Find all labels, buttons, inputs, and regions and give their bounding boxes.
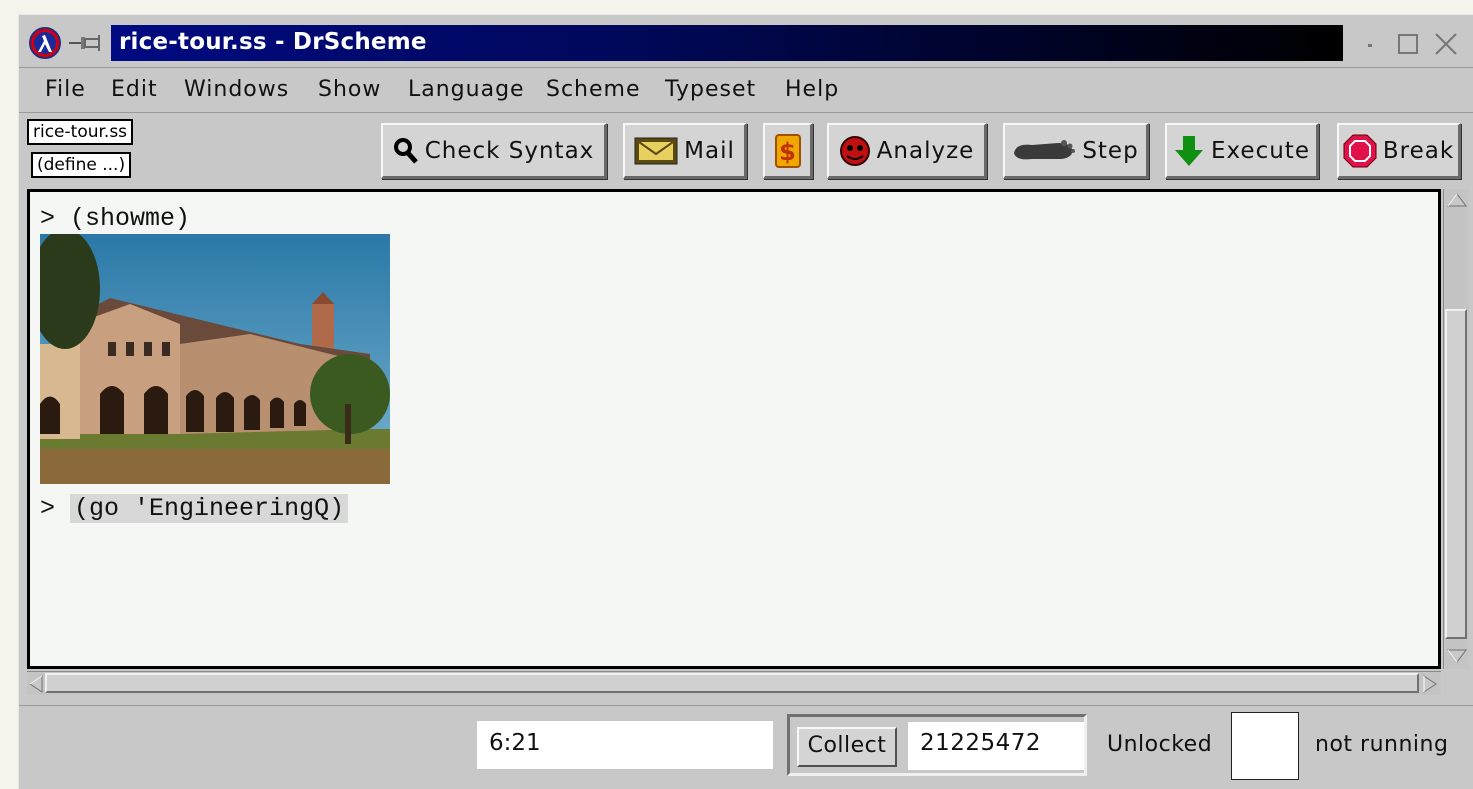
stop-sign-icon (1343, 134, 1377, 167)
spider-icon (839, 135, 870, 166)
running-status: not running (1315, 732, 1449, 757)
mail-label: Mail (684, 137, 735, 164)
file-name-button[interactable]: rice-tour.ss (27, 119, 134, 145)
prompt-symbol: > (40, 494, 56, 523)
collect-button[interactable]: Collect (797, 727, 897, 767)
break-label: Break (1382, 137, 1455, 164)
menu-language[interactable]: Language (408, 77, 525, 102)
envelope-icon (634, 137, 678, 164)
minimize-icon[interactable] (1357, 31, 1383, 57)
prompt-symbol: > (40, 204, 56, 233)
menu-typeset[interactable]: Typeset (665, 77, 756, 102)
repl-expression-selected[interactable]: (go 'EngineeringQ) (70, 494, 349, 523)
menu-show[interactable]: Show (318, 77, 381, 102)
menu-file[interactable]: File (45, 77, 86, 102)
vertical-scrollbar[interactable] (1443, 189, 1469, 669)
step-button[interactable]: Step (1003, 123, 1149, 179)
menu-bar: File Edit Windows Show Language Scheme T… (19, 67, 1473, 113)
title-bar: rice-tour.ss - DrScheme (19, 23, 1473, 63)
repl-line-1: > (showme) (40, 204, 190, 233)
down-arrow-icon (1175, 135, 1203, 166)
scroll-down-icon[interactable] (1446, 647, 1468, 665)
menu-help[interactable]: Help (785, 77, 839, 102)
svg-text:$: $ (779, 138, 797, 166)
window-title: rice-tour.ss - DrScheme (119, 29, 427, 55)
status-bar: 6:21 Collect 21225472 Unlocked not runni… (19, 705, 1473, 789)
define-menu-button[interactable]: (define ...) (31, 152, 132, 178)
rice-campus-photo (40, 234, 390, 484)
horizontal-scroll-thumb[interactable] (45, 673, 1419, 693)
scroll-up-icon[interactable] (1446, 191, 1468, 209)
lock-status: Unlocked (1107, 732, 1213, 757)
check-syntax-label: Check Syntax (424, 137, 595, 164)
menu-edit[interactable]: Edit (111, 77, 158, 102)
menu-scheme[interactable]: Scheme (546, 77, 641, 102)
magnifier-icon (393, 137, 418, 164)
cursor-position: 6:21 (477, 721, 773, 769)
analyze-button[interactable]: Analyze (827, 123, 987, 179)
memory-usage: 21225472 (908, 722, 1084, 770)
execute-label: Execute (1211, 137, 1310, 164)
scroll-right-icon[interactable] (1421, 674, 1439, 694)
lock-indicator[interactable] (1231, 712, 1299, 780)
foot-icon (1014, 139, 1076, 159)
maximize-icon[interactable] (1395, 31, 1421, 57)
break-button[interactable]: Break (1337, 123, 1461, 179)
dollar-ribbon-icon: $ (774, 133, 801, 168)
vertical-scroll-thumb[interactable] (1445, 309, 1467, 639)
menu-windows[interactable]: Windows (184, 77, 289, 102)
drscheme-window: rice-tour.ss - DrScheme File Edit Window… (18, 14, 1473, 789)
repl-line-2: > (go 'EngineeringQ) (40, 494, 349, 523)
execute-button[interactable]: Execute (1165, 123, 1319, 179)
drscheme-logo-icon[interactable] (29, 27, 61, 59)
horizontal-scrollbar[interactable] (27, 671, 1441, 695)
pin-icon[interactable] (67, 31, 107, 55)
scroll-left-icon[interactable] (27, 674, 45, 694)
analyze-label: Analyze (876, 137, 975, 164)
plugin-button[interactable]: $ (763, 123, 813, 179)
check-syntax-button[interactable]: Check Syntax (381, 123, 607, 179)
step-label: Step (1082, 137, 1139, 164)
repl-expression: (showme) (70, 204, 191, 233)
mail-button[interactable]: Mail (623, 123, 747, 179)
interactions-pane[interactable]: > (showme) > (go 'EngineeringQ) (27, 189, 1441, 669)
close-icon[interactable] (1433, 31, 1459, 57)
